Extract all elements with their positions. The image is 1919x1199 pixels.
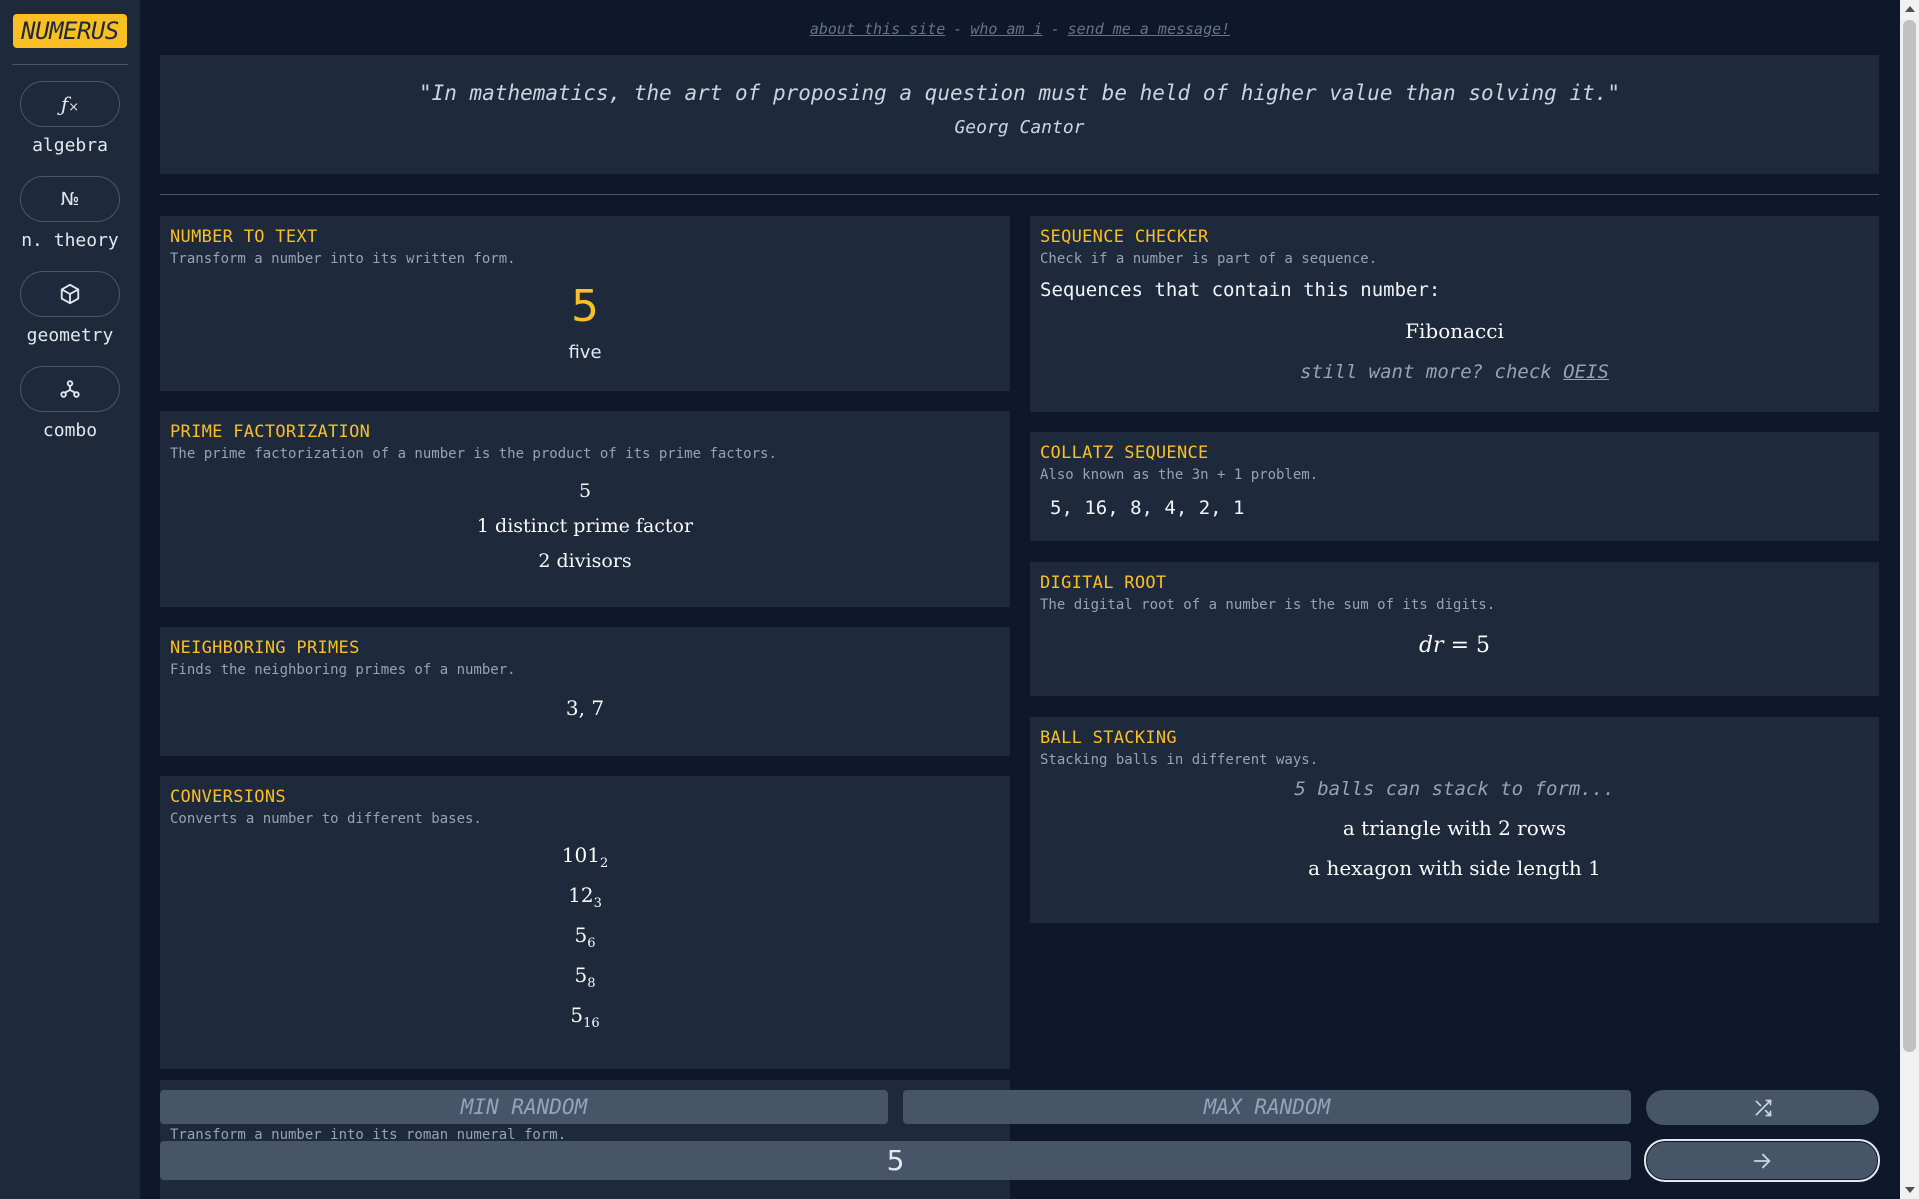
section-divider [160,194,1879,195]
oeis-link[interactable]: OEIS [1563,361,1609,383]
logo[interactable]: NUMERUS [13,14,127,48]
card-desc: The digital root of a number is the sum … [1040,597,1496,613]
card-digital-root: DIGITAL ROOT The digital root of a numbe… [1030,562,1879,696]
card-conversions: CONVERSIONS Converts a number to differe… [160,776,1010,1069]
ball-stacking-intro: 5 balls can stack to form... [1294,778,1615,800]
nav-button-algebra[interactable]: ƒ× [20,81,120,127]
distinct-factors: 1 distinct prime factor [476,515,694,537]
shuffle-button[interactable] [1646,1090,1879,1125]
quote-author: Georg Cantor [954,117,1085,138]
shuffle-icon [1755,1099,1771,1116]
number-word: five [568,342,602,363]
nav-item-geometry[interactable]: geometry [20,271,120,346]
conversion-base-8: 58 [574,963,596,991]
card-title: DIGITAL ROOT [1040,573,1167,593]
conversion-base-2: 1012 [561,843,609,871]
nav-button-combo[interactable] [20,366,120,412]
card-title: NUMBER TO TEXT [170,227,318,247]
card-title: SEQUENCE CHECKER [1040,227,1209,247]
scrollbar[interactable] [1900,0,1919,1199]
card-desc: The prime factorization of a number is t… [170,446,777,462]
card-desc: Also known as the 3n + 1 problem. [1040,467,1319,483]
arrow-right-icon [1753,1153,1771,1168]
conversion-base-6: 56 [574,923,596,951]
quote-text: "In mathematics, the art of proposing a … [418,81,1621,105]
neighboring-primes-value: 3, 7 [565,696,605,720]
conversion-base-16: 516 [570,1003,600,1031]
card-title: COLLATZ SEQUENCE [1040,443,1209,463]
nav-item-algebra[interactable]: ƒ× algebra [20,81,120,156]
scroll-down-icon[interactable] [1905,1187,1915,1193]
more-sequences: still want more? check OEIS [1300,361,1609,383]
card-desc: Converts a number to different bases. [170,811,482,827]
card-ball-stacking: BALL STACKING Stacking balls in differen… [1030,717,1879,923]
sequence-heading: Sequences that contain this number: [1040,279,1441,301]
max-random-input[interactable]: MAX RANDOM [903,1090,1631,1124]
scroll-up-icon[interactable] [1905,6,1915,12]
nav-label-geometry: geometry [26,325,114,346]
numero-icon: № [60,188,80,210]
top-links: about this site - who am i - send me a messa… [160,20,1880,38]
hexagon-result: a hexagon with side length 1 [1308,856,1601,880]
card-desc: Stacking balls in different ways. [1040,752,1319,768]
scroll-thumb[interactable] [1903,20,1916,1052]
card-title: PRIME FACTORIZATION [170,422,371,442]
nav-button-number-theory[interactable]: № [20,176,120,222]
card-title: CONVERSIONS [170,787,286,807]
card-desc: Check if a number is part of a sequence. [1040,251,1378,267]
factorization-value: 5 [578,480,592,502]
link-separator: - [953,20,963,38]
sidebar-divider [12,64,128,65]
card-number-to-text: NUMBER TO TEXT Transform a number into i… [160,216,1010,391]
conversion-list: 1012 123 56 58 516 [170,843,1000,1031]
card-desc: Transform a number into its written form… [170,251,516,267]
card-sequence-checker: SEQUENCE CHECKER Check if a number is pa… [1030,216,1879,412]
link-separator: - [1050,20,1060,38]
triangle-result: a triangle with 2 rows [1342,816,1567,840]
number-input[interactable]: 5 [160,1141,1631,1180]
nav-button-geometry[interactable] [20,271,120,317]
whoami-link[interactable]: who am i [970,20,1042,38]
sequence-name: Fibonacci [1405,319,1504,343]
card-title: BALL STACKING [1040,728,1177,748]
sidebar: NUMERUS ƒ× algebra № n. theory geometry [0,0,140,1199]
card-title: NEIGHBORING PRIMES [170,638,360,658]
nav-item-number-theory[interactable]: № n. theory [20,176,120,251]
nodes-icon [60,380,80,398]
submit-button[interactable] [1644,1139,1880,1182]
card-prime-factorization: PRIME FACTORIZATION The prime factorizat… [160,411,1010,607]
nav-label-number-theory: n. theory [21,230,119,251]
card-desc: Finds the neighboring primes of a number… [170,662,516,678]
function-icon: ƒ× [60,92,80,116]
quote-box: "In mathematics, the art of proposing a … [160,55,1879,174]
message-link[interactable]: send me a message! [1068,20,1231,38]
card-collatz: COLLATZ SEQUENCE Also known as the 3n + … [1030,432,1879,541]
nav-label-combo: combo [42,420,98,441]
card-neighboring-primes: NEIGHBORING PRIMES Finds the neighboring… [160,627,1010,756]
collatz-sequence: 5, 16, 8, 4, 2, 1 [1050,497,1245,519]
digital-root-value: dr = 5 [1418,633,1491,658]
number-display: 5 [571,281,599,332]
cube-icon [60,283,80,305]
nav-item-combo[interactable]: combo [20,366,120,441]
about-link[interactable]: about this site [810,20,945,38]
nav-label-algebra: algebra [32,135,108,156]
divisor-count: 2 divisors [538,550,632,572]
min-random-input[interactable]: MIN RANDOM [160,1090,888,1124]
conversion-base-3: 123 [568,883,602,911]
